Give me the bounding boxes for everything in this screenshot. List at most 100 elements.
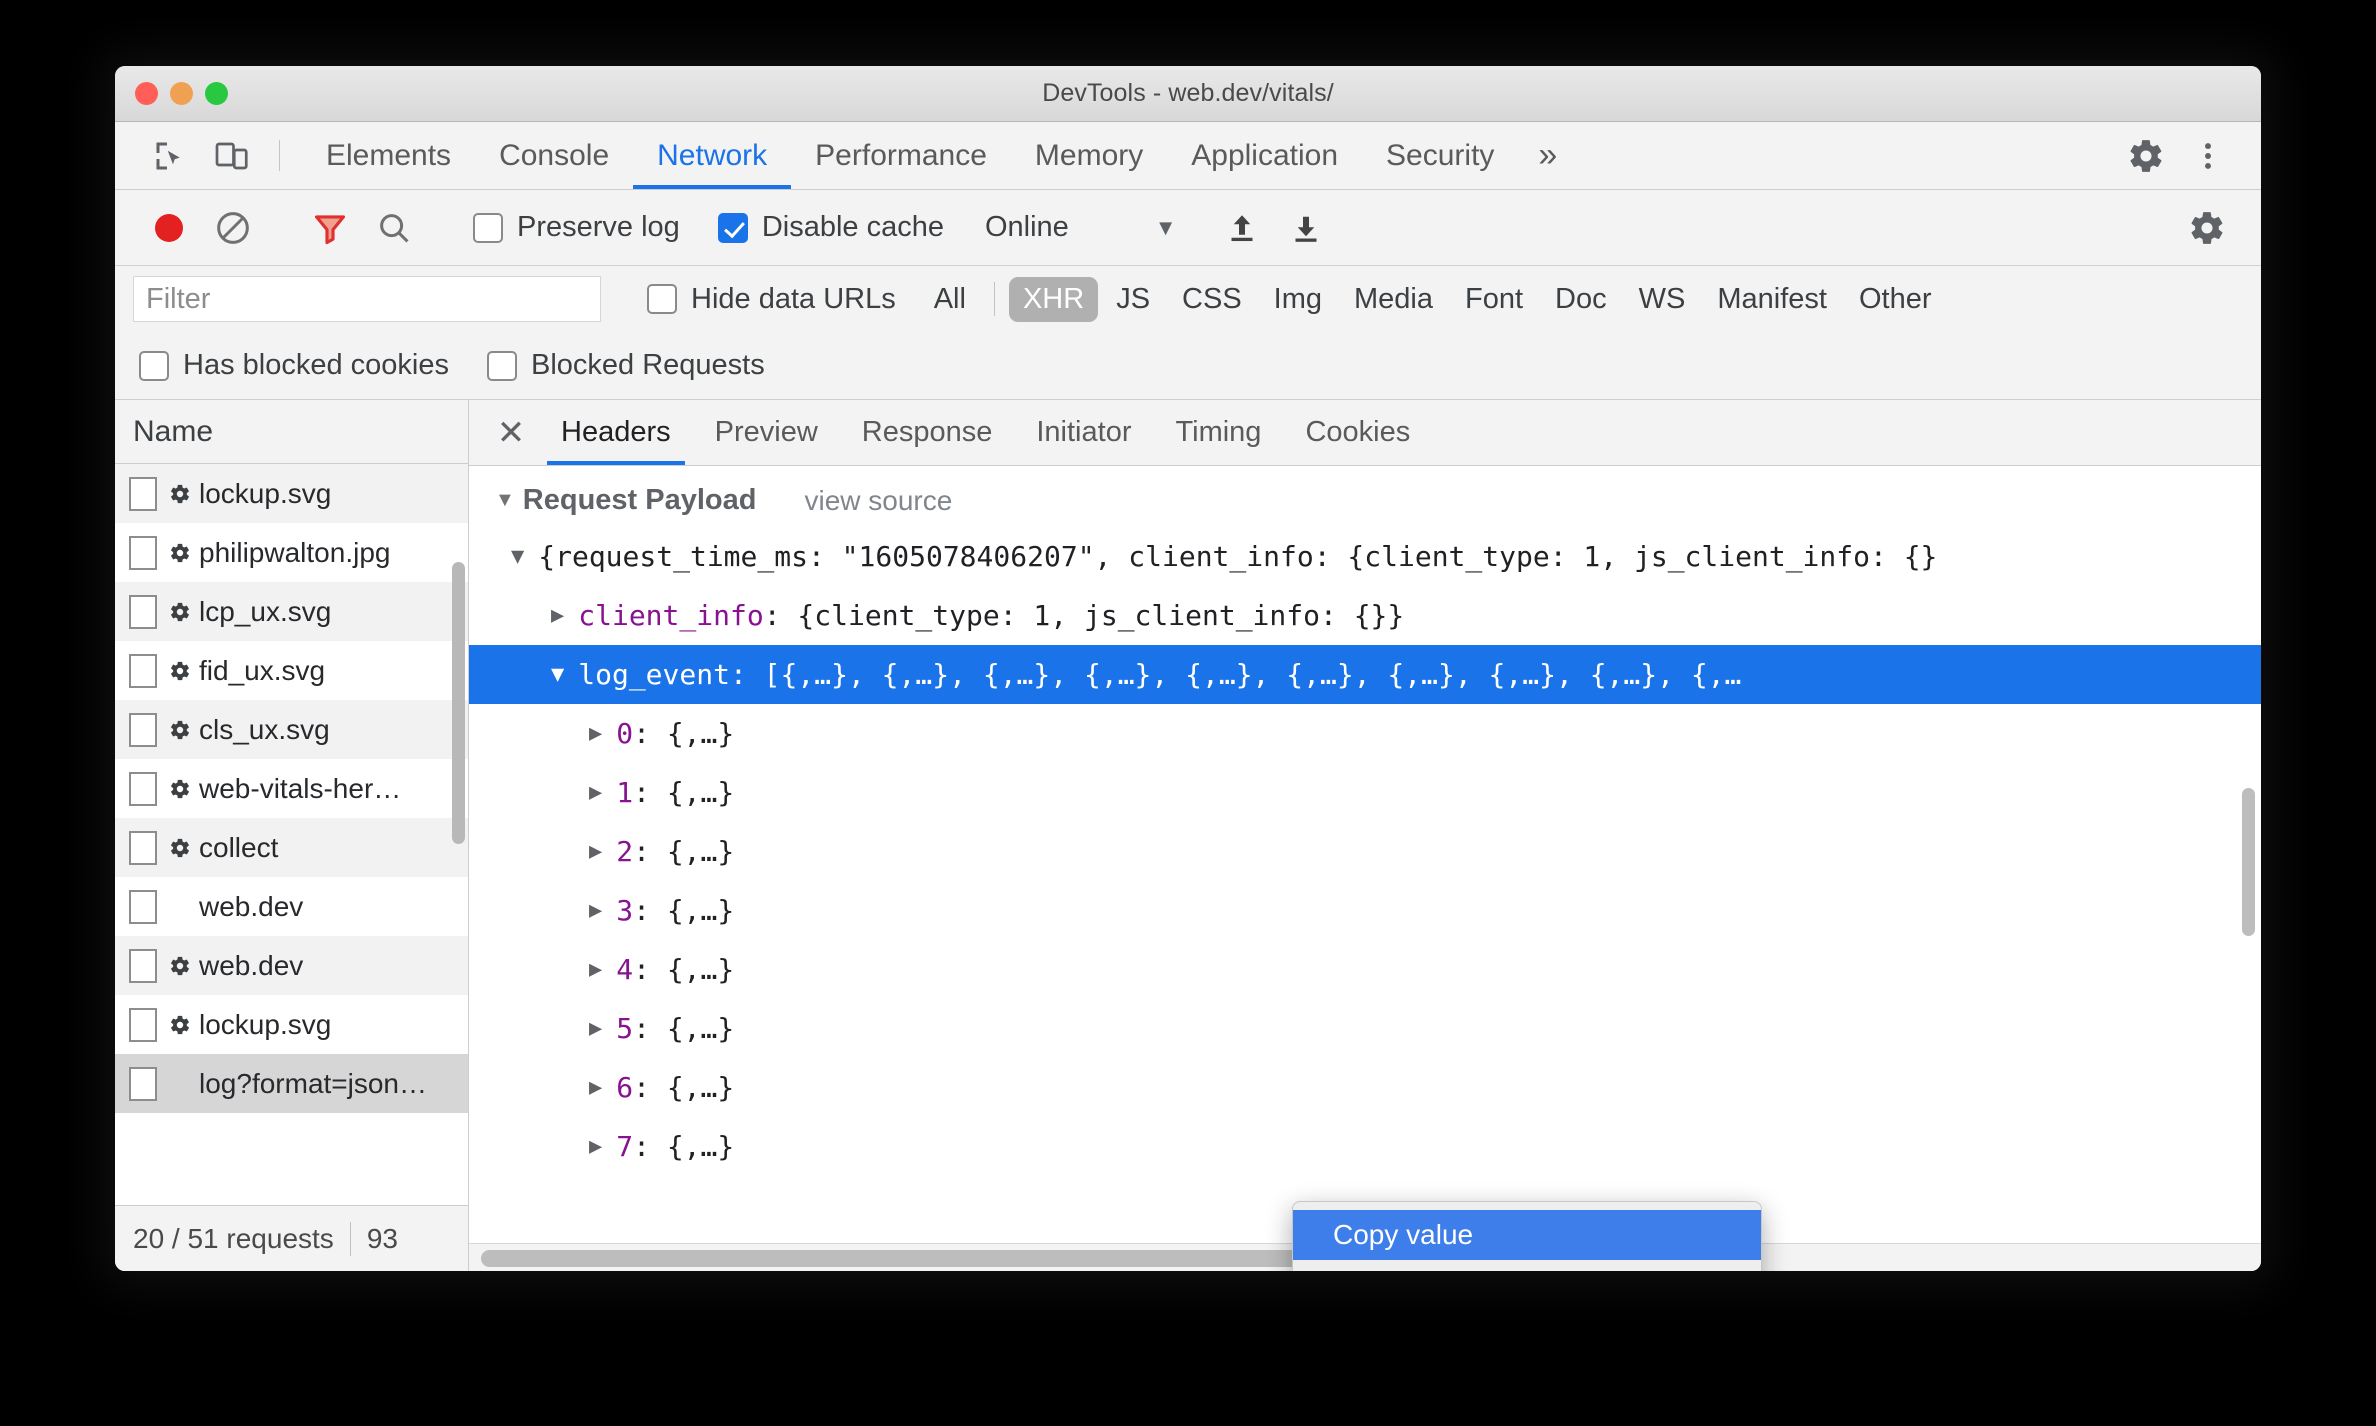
row-checkbox[interactable]	[129, 1007, 157, 1042]
disclosure-triangle-icon[interactable]: ▶	[589, 1016, 602, 1041]
device-toolbar-icon[interactable]	[201, 122, 263, 189]
tab-security[interactable]: Security	[1362, 122, 1518, 189]
type-filter-font[interactable]: Font	[1451, 277, 1537, 322]
type-filter-img[interactable]: Img	[1260, 277, 1336, 322]
close-icon[interactable]: ✕	[483, 400, 539, 465]
table-row[interactable]: philipwalton.jpg	[115, 523, 468, 582]
tab-application[interactable]: Application	[1167, 122, 1362, 189]
disclosure-triangle-icon[interactable]: ▶	[589, 839, 602, 864]
tab-timing[interactable]: Timing	[1153, 400, 1283, 465]
table-row[interactable]: log?format=json…	[115, 1054, 468, 1113]
row-checkbox[interactable]	[129, 830, 157, 865]
disclosure-triangle-icon[interactable]: ▶	[589, 721, 602, 746]
json-row-index-6[interactable]: ▶ 6 : {,…}	[469, 1058, 2261, 1117]
tab-performance[interactable]: Performance	[791, 122, 1011, 189]
disclosure-triangle-icon[interactable]: ▼	[551, 662, 564, 687]
tab-console[interactable]: Console	[475, 122, 633, 189]
table-row[interactable]: collect	[115, 818, 468, 877]
gear-icon[interactable]	[2115, 137, 2177, 175]
filter-input[interactable]	[133, 276, 601, 322]
blocked-requests-checkbox[interactable]: Blocked Requests	[486, 349, 765, 382]
tab-response[interactable]: Response	[840, 400, 1015, 465]
json-row-index-2[interactable]: ▶ 2 : {,…}	[469, 822, 2261, 881]
table-row[interactable]: lockup.svg	[115, 995, 468, 1054]
tab-preview[interactable]: Preview	[693, 400, 840, 465]
disclosure-triangle-icon[interactable]: ▶	[551, 603, 564, 628]
row-checkbox[interactable]	[129, 771, 157, 806]
preserve-log-label: Preserve log	[517, 211, 680, 243]
preserve-log-checkbox[interactable]: Preserve log	[473, 211, 680, 244]
json-row-index-0[interactable]: ▶ 0 : {,…}	[469, 704, 2261, 763]
request-list-scrollbar[interactable]	[452, 562, 465, 844]
footer-divider	[349, 1221, 351, 1256]
table-row[interactable]: web-vitals-her…	[115, 759, 468, 818]
tab-cookies[interactable]: Cookies	[1283, 400, 1432, 465]
gear-icon[interactable]	[2175, 196, 2239, 260]
view-source-link[interactable]: view source	[804, 485, 952, 517]
inspect-element-icon[interactable]	[139, 122, 201, 189]
disclosure-triangle-icon[interactable]: ▼	[511, 544, 524, 569]
tab-elements[interactable]: Elements	[302, 122, 475, 189]
json-row-log-event[interactable]: ▼ log_event : [{,…}, {,…}, {,…}, {,…}, {…	[469, 645, 2261, 704]
row-checkbox[interactable]	[129, 948, 157, 983]
hide-data-urls-checkbox[interactable]: Hide data URLs	[647, 283, 896, 316]
row-checkbox[interactable]	[129, 653, 157, 688]
json-text: : {,…}	[633, 1130, 735, 1163]
kebab-menu-icon[interactable]	[2177, 139, 2239, 173]
tab-network[interactable]: Network	[633, 122, 792, 189]
table-row[interactable]: lcp_ux.svg	[115, 582, 468, 641]
json-row-root[interactable]: ▼ {request_time_ms: "1605078406207", cli…	[469, 527, 2261, 586]
more-tabs-button[interactable]: »	[1518, 122, 1577, 189]
type-filter-all[interactable]: All	[920, 277, 980, 322]
type-filter-js[interactable]: JS	[1102, 277, 1164, 322]
tab-memory[interactable]: Memory	[1011, 122, 1167, 189]
row-checkbox[interactable]	[129, 594, 157, 629]
table-row[interactable]: fid_ux.svg	[115, 641, 468, 700]
disclosure-triangle-icon[interactable]: ▶	[589, 1134, 602, 1159]
record-button-icon[interactable]	[137, 196, 201, 260]
import-har-icon[interactable]	[1210, 196, 1274, 260]
throttling-dropdown[interactable]: Online ▼	[985, 211, 1177, 244]
table-row[interactable]: web.dev	[115, 877, 468, 936]
request-payload-header[interactable]: ▼ Request Payload view source	[469, 466, 2261, 527]
request-name: collect	[199, 831, 279, 863]
row-checkbox[interactable]	[129, 476, 157, 511]
disclosure-triangle-icon[interactable]: ▶	[589, 780, 602, 805]
has-blocked-cookies-checkbox[interactable]: Has blocked cookies	[139, 349, 449, 382]
type-filter-other[interactable]: Other	[1845, 277, 1946, 322]
json-row-index-5[interactable]: ▶ 5 : {,…}	[469, 999, 2261, 1058]
type-filter-css[interactable]: CSS	[1168, 277, 1256, 322]
row-checkbox[interactable]	[129, 535, 157, 570]
json-row-index-4[interactable]: ▶ 4 : {,…}	[469, 940, 2261, 999]
type-filter-ws[interactable]: WS	[1625, 277, 1700, 322]
json-row-index-1[interactable]: ▶ 1 : {,…}	[469, 763, 2261, 822]
column-header-name[interactable]: Name	[115, 400, 468, 464]
menu-item-copy-property-path[interactable]: Copy property path	[1293, 1260, 1761, 1271]
type-filter-xhr[interactable]: XHR	[1008, 276, 1099, 322]
table-row[interactable]: cls_ux.svg	[115, 700, 468, 759]
search-icon[interactable]	[362, 196, 426, 260]
row-checkbox[interactable]	[129, 712, 157, 747]
export-har-icon[interactable]	[1274, 196, 1338, 260]
detail-vertical-scrollbar[interactable]	[2242, 788, 2255, 936]
type-filter-manifest[interactable]: Manifest	[1703, 277, 1841, 322]
clear-icon[interactable]	[201, 196, 265, 260]
disable-cache-checkbox[interactable]: Disable cache	[717, 211, 944, 244]
menu-item-copy-value[interactable]: Copy value	[1293, 1210, 1761, 1260]
table-row[interactable]: lockup.svg	[115, 464, 468, 523]
disclosure-triangle-icon[interactable]: ▶	[589, 1075, 602, 1100]
table-row[interactable]: web.dev	[115, 936, 468, 995]
json-row-index-7[interactable]: ▶ 7 : {,…}	[469, 1117, 2261, 1176]
tab-initiator[interactable]: Initiator	[1014, 400, 1153, 465]
row-checkbox[interactable]	[129, 1066, 157, 1101]
disclosure-triangle-icon[interactable]: ▶	[589, 898, 602, 923]
row-checkbox[interactable]	[129, 889, 157, 924]
disclosure-triangle-icon[interactable]: ▶	[589, 957, 602, 982]
json-row-client-info[interactable]: ▶ client_info : {client_type: 1, js_clie…	[469, 586, 2261, 645]
type-filter-doc[interactable]: Doc	[1541, 277, 1621, 322]
tab-headers[interactable]: Headers	[539, 400, 693, 465]
type-filter-media[interactable]: Media	[1340, 277, 1447, 322]
filter-funnel-icon[interactable]	[298, 196, 362, 260]
json-row-index-3[interactable]: ▶ 3 : {,…}	[469, 881, 2261, 940]
disclosure-triangle-icon[interactable]: ▼	[495, 489, 515, 512]
